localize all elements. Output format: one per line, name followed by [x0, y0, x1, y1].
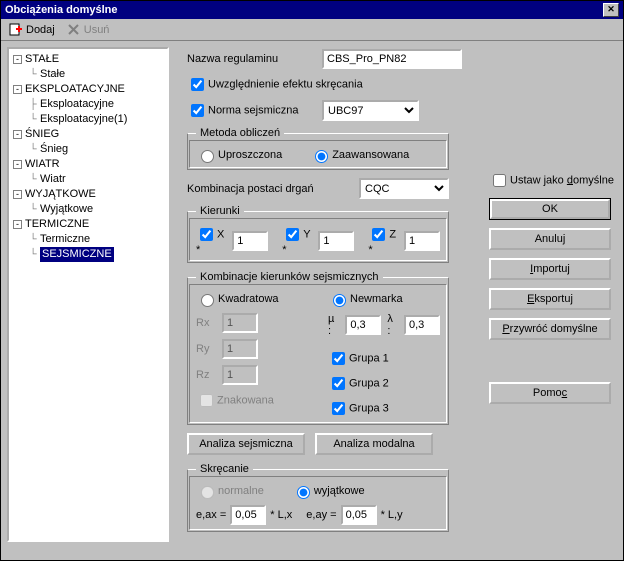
branch-icon: └ [29, 67, 37, 82]
tree-view[interactable]: -STAŁE └Stałe -EKSPLOATACYJNE ├Eksploata… [7, 47, 169, 542]
add-page-icon [9, 23, 22, 36]
znak-checkbox: Znakowana [196, 391, 304, 410]
directions-group: Kierunki X * Y * Z * [187, 205, 449, 263]
side-panel: Ustaw jako domyślne OK Anuluj Importuj E… [489, 171, 611, 404]
komb-select[interactable]: CQC [359, 178, 449, 199]
remove-button: Usuń [67, 23, 110, 36]
modal-analysis-button[interactable]: Analiza modalna [315, 433, 433, 455]
tree-node-wyj[interactable]: -WYJĄTKOWE [11, 187, 165, 202]
newmark-radio[interactable]: Newmarka [328, 291, 440, 307]
mu-input[interactable] [345, 315, 381, 335]
mu-label: µ : [328, 313, 339, 337]
kks-legend: Kombinacje kierunków sejsmicznych [196, 271, 383, 283]
eay-input[interactable] [341, 505, 377, 525]
collapse-icon[interactable]: - [13, 220, 22, 229]
collapse-icon[interactable]: - [13, 85, 22, 94]
name-label: Nazwa regulaminu [187, 53, 322, 65]
g2-checkbox[interactable]: Grupa 2 [328, 374, 440, 393]
cancel-button[interactable]: Anuluj [489, 228, 611, 250]
eay-suffix: * L,y [381, 509, 403, 521]
branch-icon: └ [29, 247, 37, 262]
kier-legend: Kierunki [196, 205, 244, 217]
tree-node-wiatr-child[interactable]: └Wiatr [11, 172, 165, 187]
seismic-analysis-button[interactable]: Analiza sejsmiczna [187, 433, 305, 455]
branch-icon: └ [29, 142, 37, 157]
help-button[interactable]: Pomoc [489, 382, 611, 404]
branch-icon: ├ [29, 97, 37, 112]
g1-checkbox[interactable]: Grupa 1 [328, 349, 440, 368]
eax-input[interactable] [230, 505, 266, 525]
form-pane: Nazwa regulaminu Uwzględnienie efektu sk… [175, 47, 617, 553]
branch-icon: └ [29, 232, 37, 247]
z-input[interactable] [404, 231, 440, 251]
set-default-checkbox[interactable]: Ustaw jako domyślne [489, 171, 611, 190]
torsion-group: Skręcanie normalne wyjątkowe e,ax = * L,x… [187, 463, 449, 532]
collapse-icon[interactable]: - [13, 190, 22, 199]
collapse-icon[interactable]: - [13, 55, 22, 64]
eax-suffix: * L,x [270, 509, 292, 521]
method-legend: Metoda obliczeń [196, 127, 284, 139]
tree-node-stale-child[interactable]: └Stałe [11, 67, 165, 82]
export-button[interactable]: Eksportuj [489, 288, 611, 310]
collapse-icon[interactable]: - [13, 130, 22, 139]
skr-normal-radio: normalne [196, 483, 264, 499]
twist-checkbox[interactable]: Uwzględnienie efektu skręcania [187, 75, 363, 94]
kwadr-radio[interactable]: Kwadratowa [196, 291, 304, 307]
method-simple-radio[interactable]: Uproszczona [196, 147, 282, 163]
branch-icon: └ [29, 112, 37, 127]
norm-checkbox[interactable]: Norma sejsmiczna [187, 101, 322, 120]
tree-node-term-child[interactable]: └Termiczne [11, 232, 165, 247]
ry-label: Ry [196, 343, 218, 355]
name-input[interactable] [322, 49, 462, 69]
collapse-icon[interactable]: - [13, 160, 22, 169]
komb-seismic-group: Kombinacje kierunków sejsmicznych Kwadra… [187, 271, 449, 425]
tree-node-term[interactable]: -TERMICZNE [11, 217, 165, 232]
titlebar: Obciążenia domyślne ✕ [1, 1, 623, 19]
lambda-input[interactable] [404, 315, 440, 335]
close-button[interactable]: ✕ [603, 3, 619, 17]
remove-label: Usuń [84, 24, 110, 36]
eax-label: e,ax = [196, 509, 226, 521]
tree-node-wiatr[interactable]: -WIATR [11, 157, 165, 172]
add-button[interactable]: Dodaj [9, 23, 55, 36]
tree-node-snieg-child[interactable]: └Śnieg [11, 142, 165, 157]
add-label: Dodaj [26, 24, 55, 36]
skr-legend: Skręcanie [196, 463, 253, 475]
restore-button[interactable]: Przywróć domyślne [489, 318, 611, 340]
tree-node-sejsm[interactable]: └SEJSMICZNE [11, 247, 165, 262]
branch-icon: └ [29, 172, 37, 187]
ok-button[interactable]: OK [489, 198, 611, 220]
tree-node-snieg[interactable]: -ŚNIEG [11, 127, 165, 142]
branch-icon: └ [29, 202, 37, 217]
window-title: Obciążenia domyślne [5, 4, 117, 16]
y-checkbox[interactable]: Y * [282, 225, 314, 256]
y-input[interactable] [318, 231, 354, 251]
rx-input [222, 313, 258, 333]
method-group: Metoda obliczeń Uproszczona Zaawansowana [187, 127, 449, 170]
rx-label: Rx [196, 317, 218, 329]
x-checkbox[interactable]: X * [196, 225, 228, 256]
tree-node-ekspl-child0[interactable]: ├Eksploatacyjne [11, 97, 165, 112]
g3-checkbox[interactable]: Grupa 3 [328, 399, 440, 418]
rz-input [222, 365, 258, 385]
eay-label: e,ay = [306, 509, 336, 521]
method-adv-radio[interactable]: Zaawansowana [310, 147, 409, 163]
skr-wyj-radio[interactable]: wyjątkowe [292, 483, 365, 499]
norm-select[interactable]: UBC97 [322, 100, 419, 121]
import-button[interactable]: Importuj [489, 258, 611, 280]
tree-node-wyj-child[interactable]: └Wyjątkowe [11, 202, 165, 217]
ry-input [222, 339, 258, 359]
tree-node-ekspl-child1[interactable]: └Eksploatacyjne(1) [11, 112, 165, 127]
komb-label: Kombinacja postaci drgań [187, 183, 314, 195]
z-checkbox[interactable]: Z * [368, 225, 400, 256]
tree-node-ekspl[interactable]: -EKSPLOATACYJNE [11, 82, 165, 97]
lambda-label: λ : [387, 313, 398, 337]
rz-label: Rz [196, 369, 218, 381]
toolbar: Dodaj Usuń [1, 19, 623, 41]
tree-node-stale[interactable]: -STAŁE [11, 52, 165, 67]
x-input[interactable] [232, 231, 268, 251]
remove-icon [67, 23, 80, 36]
